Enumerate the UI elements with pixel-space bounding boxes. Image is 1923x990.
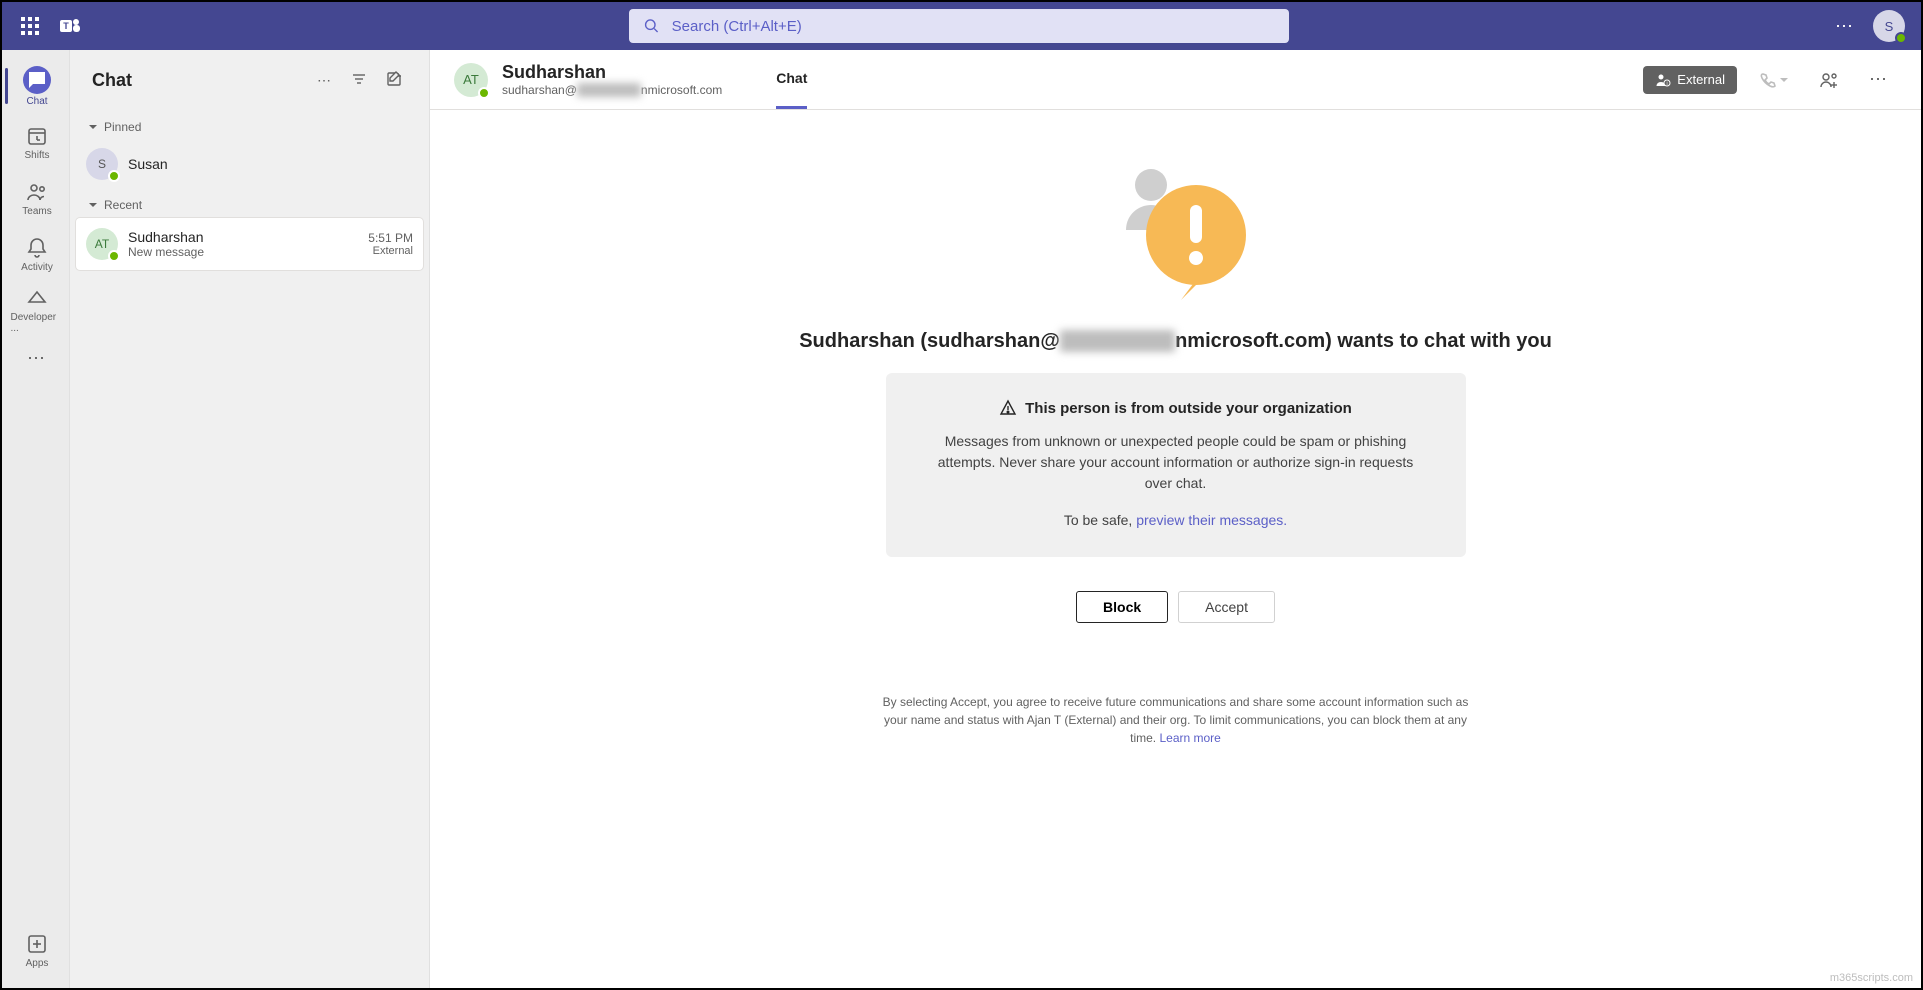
avatar-initial: S (98, 157, 106, 171)
email-suffix: nmicrosoft.com (641, 83, 722, 97)
external-person-icon: i (1655, 72, 1671, 88)
section-pinned[interactable]: Pinned (70, 110, 429, 140)
chat-list-pane: Chat ⋯ Pinned S Susan Recent (70, 50, 430, 988)
rail-shifts[interactable]: Shifts (8, 114, 64, 170)
call-button[interactable] (1751, 67, 1797, 93)
people-add-icon (1819, 70, 1839, 90)
external-badge: i External (1643, 66, 1737, 94)
more-options-icon[interactable]: ⋯ (1835, 16, 1855, 37)
section-label-text: Pinned (104, 120, 141, 134)
chat-external-tag: External (368, 245, 413, 257)
conversation-name: Sudharshan (502, 62, 722, 83)
rail-label: Apps (26, 958, 49, 969)
people-add-button[interactable] (1811, 66, 1847, 94)
warning-box: This person is from outside your organiz… (886, 373, 1466, 557)
conversation-header: AT Sudharshan sudharshan@xxxxxxxxxxnmicr… (430, 50, 1921, 110)
learn-more-link[interactable]: Learn more (1159, 731, 1220, 745)
chat-list-title: Chat (92, 70, 303, 91)
chat-avatar: S (86, 148, 118, 180)
watermark: m365scripts.com (1830, 972, 1913, 984)
avatar-initial: AT (463, 72, 479, 87)
shifts-icon (25, 124, 49, 148)
warning-headline: Sudharshan (sudharshan@xxxxxxxxxxnmicros… (799, 330, 1552, 353)
action-buttons: Block Accept (1076, 591, 1275, 623)
conversation-more-button[interactable]: ⋯ (1861, 65, 1897, 94)
chevron-down-icon (1779, 75, 1789, 85)
rail-developer[interactable]: Developer ... (8, 282, 64, 338)
conversation-body: Sudharshan (sudharshan@xxxxxxxxxxnmicros… (430, 110, 1921, 988)
rail-chat[interactable]: Chat (8, 58, 64, 114)
svg-text:i: i (1667, 81, 1668, 87)
presence-indicator (108, 170, 120, 182)
section-label-text: Recent (104, 198, 142, 212)
chevron-down-icon (88, 200, 98, 210)
new-chat-icon[interactable] (381, 66, 407, 95)
search-input[interactable] (672, 18, 1275, 35)
rail-label: Activity (21, 262, 53, 273)
presence-indicator (478, 87, 490, 99)
headline-redacted: xxxxxxxxxx (1060, 330, 1175, 352)
profile-initial: S (1885, 19, 1894, 34)
warning-illustration (1096, 150, 1256, 300)
chat-icon (23, 66, 51, 94)
teams-logo-icon: T (58, 14, 82, 38)
avatar-initial: AT (95, 237, 109, 251)
email-prefix: sudharshan@ (502, 83, 577, 97)
conversation-pane: AT Sudharshan sudharshan@xxxxxxxxxxnmicr… (430, 50, 1921, 988)
rail-label: Teams (22, 206, 51, 217)
activity-icon (25, 236, 49, 260)
rail-label: Shifts (24, 150, 49, 161)
profile-avatar[interactable]: S (1873, 10, 1905, 42)
rail-teams[interactable]: Teams (8, 170, 64, 226)
warning-box-title: This person is from outside your organiz… (1025, 400, 1352, 417)
search-icon (643, 17, 660, 35)
conversation-email: sudharshan@xxxxxxxxxxnmicrosoft.com (502, 83, 722, 97)
accept-button[interactable]: Accept (1178, 591, 1275, 623)
tab-chat[interactable]: Chat (776, 50, 807, 109)
chat-preview: New message (128, 245, 358, 259)
presence-indicator (108, 250, 120, 262)
warning-safe-prefix: To be safe, (1064, 512, 1136, 528)
rail-apps[interactable]: Apps (8, 922, 64, 978)
section-recent[interactable]: Recent (70, 188, 429, 218)
rail-label: Developer ... (11, 312, 64, 334)
chat-time: 5:51 PM (368, 231, 413, 245)
chat-name: Sudharshan (128, 229, 358, 245)
titlebar-right: ⋯ S (1835, 10, 1905, 42)
teams-icon (25, 180, 49, 204)
chevron-down-icon (88, 122, 98, 132)
search-box[interactable] (629, 9, 1289, 43)
presence-indicator (1895, 32, 1907, 44)
app-rail: Chat Shifts Teams Activity Developer ...… (2, 50, 70, 988)
filter-icon[interactable] (347, 67, 371, 94)
legal-text: By selecting Accept, you agree to receiv… (876, 693, 1476, 747)
chat-more-icon[interactable]: ⋯ (313, 68, 337, 93)
warning-triangle-icon (999, 399, 1017, 417)
headline-prefix: Sudharshan (sudharshan@ (799, 330, 1060, 352)
conversation-tabs: Chat (776, 50, 807, 109)
preview-messages-link[interactable]: preview their messages. (1136, 512, 1287, 528)
chat-avatar: AT (86, 228, 118, 260)
search-container (98, 9, 1819, 43)
rail-label: Chat (26, 96, 47, 107)
more-icon: ⋯ (27, 348, 47, 369)
conversation-avatar: AT (454, 63, 488, 97)
title-bar: T ⋯ S (2, 2, 1921, 50)
app-launcher-icon[interactable] (18, 14, 42, 38)
svg-text:T: T (63, 21, 69, 31)
phone-icon (1759, 71, 1777, 89)
warning-box-p1: Messages from unknown or unexpected peop… (926, 431, 1426, 494)
rail-activity[interactable]: Activity (8, 226, 64, 282)
chat-item-pinned[interactable]: S Susan (70, 140, 429, 188)
apps-icon (25, 932, 49, 956)
block-button[interactable]: Block (1076, 591, 1168, 623)
chat-list-header: Chat ⋯ (70, 50, 429, 110)
external-badge-text: External (1677, 72, 1725, 87)
rail-more[interactable]: ⋯ (8, 338, 64, 378)
headline-suffix: nmicrosoft.com) wants to chat with you (1175, 330, 1552, 352)
developer-icon (25, 286, 49, 310)
chat-name: Susan (128, 156, 413, 172)
email-redacted: xxxxxxxxxx (577, 83, 641, 97)
chat-item-recent[interactable]: AT Sudharshan New message 5:51 PM Extern… (76, 218, 423, 270)
